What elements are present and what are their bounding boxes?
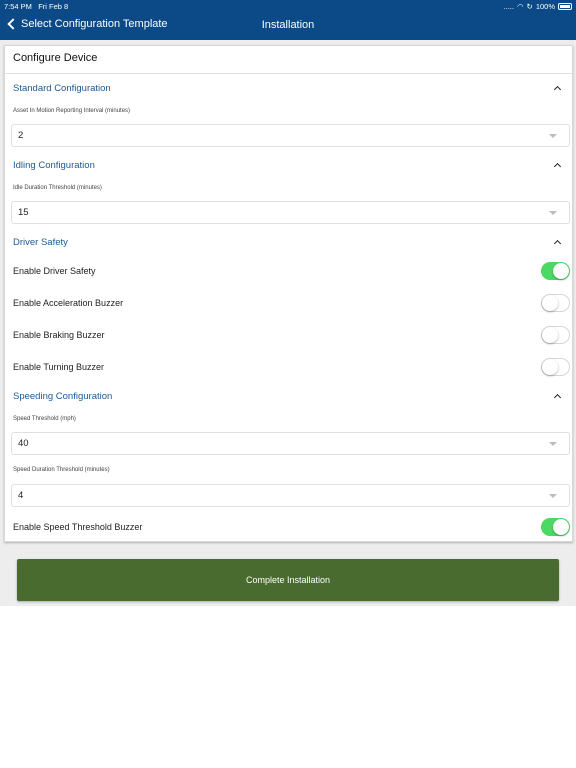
section-idling-configuration[interactable]: Idling Configuration [13,156,564,174]
toggle-label: Enable Speed Threshold Buzzer [13,522,143,532]
status-indicators: ..... ◠ ↻ 100% [504,2,572,11]
battery-icon [558,3,572,10]
select-value: 2 [18,130,24,141]
toggle-row-braking-buzzer: Enable Braking Buzzer [13,325,570,345]
braking-buzzer-switch[interactable] [541,326,570,344]
acceleration-buzzer-switch[interactable] [541,294,570,312]
idle-threshold-select[interactable]: 15 [11,201,570,224]
configure-device-card: Configure Device Standard Configuration … [4,45,573,542]
status-time: 7:54 PM Fri Feb 8 [4,2,68,11]
reporting-interval-select[interactable]: 2 [11,124,570,147]
section-driver-safety[interactable]: Driver Safety [13,233,564,251]
toggle-row-acceleration-buzzer: Enable Acceleration Buzzer [13,293,570,313]
switch-knob [542,295,558,311]
battery-percent: 100% [535,2,555,11]
signal-dots: ..... [503,2,514,11]
section-standard-configuration[interactable]: Standard Configuration [13,79,564,97]
turning-buzzer-switch[interactable] [541,358,570,376]
dropdown-arrow-icon [549,441,557,446]
wifi-icon: ◠ [516,2,524,11]
reporting-interval-label: Asset In Motion Reporting Interval (minu… [13,108,131,114]
toggle-label: Enable Acceleration Buzzer [13,298,124,308]
select-value: 4 [18,490,24,501]
section-title: Speeding Configuration [13,390,113,402]
dropdown-arrow-icon [549,210,557,215]
switch-knob [553,519,569,535]
speed-threshold-select[interactable]: 40 [11,432,570,455]
toggle-row-driver-safety: Enable Driver Safety [13,261,570,281]
status-clock: 7:54 PM [4,2,32,11]
toggle-row-turning-buzzer: Enable Turning Buzzer [13,357,570,377]
nav-bar: 7:54 PM Fri Feb 8 ..... ◠ ↻ 100% Select … [0,0,576,40]
switch-knob [542,359,558,375]
chevron-up-icon [553,85,562,94]
divider [5,73,572,74]
select-value: 15 [18,207,29,218]
speed-buzzer-switch[interactable] [541,518,570,536]
dropdown-arrow-icon [549,133,557,138]
rotation-lock-icon: ↻ [526,2,533,11]
toggle-label: Enable Braking Buzzer [13,330,105,340]
speed-duration-select[interactable]: 4 [11,484,570,507]
chevron-up-icon [553,239,562,248]
toggle-row-speed-buzzer: Enable Speed Threshold Buzzer [13,517,570,537]
section-title: Standard Configuration [13,82,111,94]
chevron-up-icon [553,162,562,171]
complete-installation-button[interactable]: Complete Installation [17,559,559,601]
card-title: Configure Device [13,52,98,64]
driver-safety-switch[interactable] [541,262,570,280]
section-title: Driver Safety [13,236,68,248]
section-speeding-configuration[interactable]: Speeding Configuration [13,387,564,405]
switch-knob [553,263,569,279]
section-title: Idling Configuration [13,159,95,171]
toggle-label: Enable Driver Safety [13,266,96,276]
toggle-label: Enable Turning Buzzer [13,362,105,372]
idle-threshold-label: Idle Duration Threshold (minutes) [13,185,102,191]
chevron-up-icon [553,393,562,402]
select-value: 40 [18,438,29,449]
switch-knob [542,327,558,343]
status-date: Fri Feb 8 [38,2,69,11]
dropdown-arrow-icon [549,493,557,498]
page-title: Installation [261,19,315,31]
speed-threshold-label: Speed Threshold (mph) [13,416,76,422]
speed-duration-label: Speed Duration Threshold (minutes) [13,467,110,473]
